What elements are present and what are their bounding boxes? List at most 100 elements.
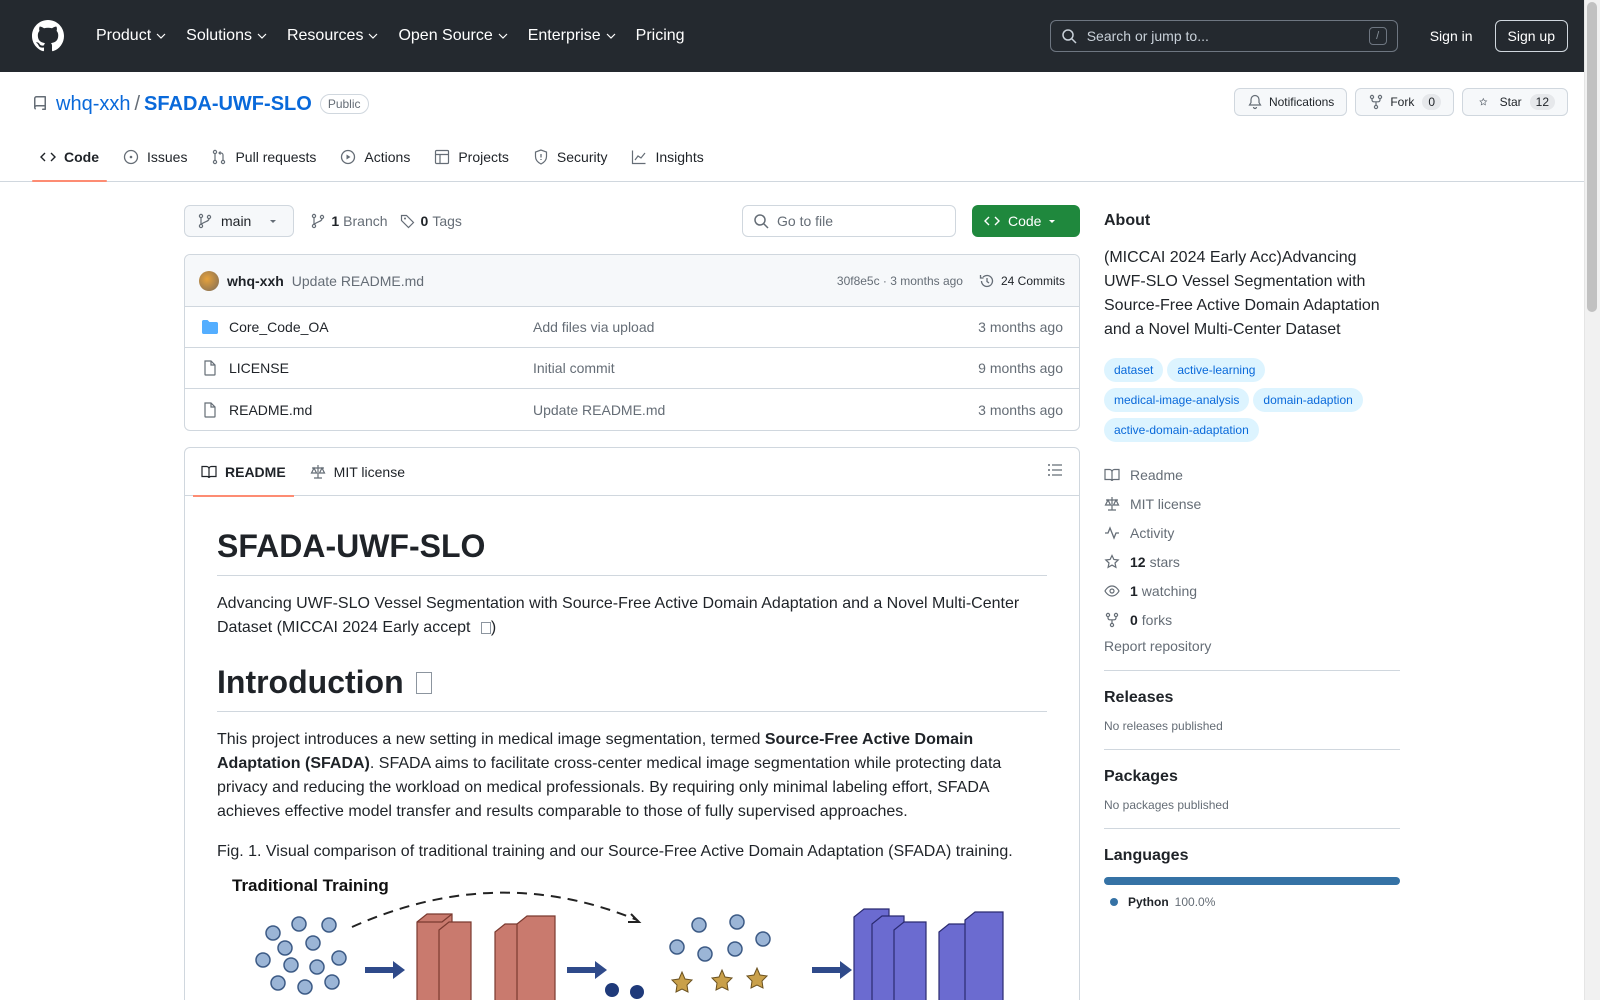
code-icon (984, 216, 1000, 226)
tab-license[interactable]: MIT license (302, 448, 413, 496)
readme-link[interactable]: Readme (1104, 460, 1400, 489)
code-button[interactable]: Code (972, 205, 1080, 237)
language-item[interactable]: Python 100.0% (1110, 895, 1400, 909)
search-icon (1061, 29, 1077, 44)
repo-owner-link[interactable]: whq-xxh (56, 93, 130, 116)
branch-selector[interactable]: main (184, 205, 295, 237)
file-row[interactable]: README.md Update README.md 3 months ago (185, 389, 1079, 430)
table-icon (435, 149, 450, 165)
sign-up-button[interactable]: Sign up (1494, 20, 1568, 52)
chevron-down-icon (369, 33, 378, 39)
nav-product[interactable]: Product (86, 18, 176, 54)
license-link[interactable]: MIT license (1104, 489, 1400, 518)
tab-security[interactable]: Security (525, 133, 616, 181)
tags-link[interactable]: 0 Tags (400, 213, 462, 229)
report-repository-link[interactable]: Report repository (1104, 638, 1400, 654)
book-icon (1104, 468, 1120, 481)
global-header: Product Solutions Resources Open Source … (0, 0, 1600, 72)
branches-link[interactable]: 1 Branch (310, 213, 388, 229)
watchers-link[interactable]: 1 watching (1104, 576, 1400, 605)
file-name-cell: README.md (201, 402, 533, 418)
github-logo-icon[interactable] (32, 20, 64, 52)
activity-link[interactable]: Activity (1104, 518, 1400, 547)
page-scrollbar[interactable] (1584, 0, 1600, 1000)
tab-readme[interactable]: README (193, 448, 294, 497)
file-row[interactable]: Core_Code_OA Add files via upload 3 mont… (185, 307, 1079, 348)
topic-tag[interactable]: active-learning (1167, 358, 1266, 382)
figure-image: Traditional Training (217, 872, 1047, 1000)
tab-insights[interactable]: Insights (623, 133, 711, 181)
sign-in-link[interactable]: Sign in (1414, 28, 1489, 44)
intro-heading-text: Introduction (217, 664, 404, 700)
nav-label: Product (96, 27, 152, 44)
file-date: 9 months ago (978, 360, 1063, 376)
languages-heading: Languages (1104, 847, 1189, 864)
intro-heading: Introduction (217, 664, 1047, 712)
visibility-badge: Public (319, 94, 369, 114)
topic-tag[interactable]: domain-adaption (1253, 388, 1363, 412)
branch-name: main (221, 213, 252, 229)
commit-message-link[interactable]: Update README.md (292, 273, 424, 289)
commits-link[interactable]: 24 Commits (979, 273, 1065, 289)
about-description: (MICCAI 2024 Early Acc)Advancing UWF-SLO… (1104, 249, 1380, 338)
language-name: Python (1128, 895, 1169, 909)
intro-text-1: This project introduces a new setting in… (217, 731, 765, 748)
go-to-file-placeholder: Go to file (777, 213, 834, 229)
releases-heading[interactable]: Releases (1104, 689, 1400, 707)
file-commit-message[interactable]: Initial commit (533, 360, 978, 376)
commits-count-label: 24 Commits (1000, 273, 1065, 288)
history-icon (979, 274, 994, 287)
tab-code[interactable]: Code (32, 133, 107, 182)
tab-projects[interactable]: Projects (426, 133, 517, 181)
chevron-down-icon (498, 33, 508, 39)
star-icon (1479, 97, 1488, 106)
nav-open-source[interactable]: Open Source (388, 18, 517, 54)
forks-link[interactable]: 0 forks (1104, 605, 1400, 634)
repo-name-link[interactable]: SFADA-UWF-SLO (144, 93, 312, 116)
file-name-link[interactable]: Core_Code_OA (229, 319, 329, 335)
packages-empty: No packages published (1104, 798, 1229, 812)
notifications-button[interactable]: Notifications (1233, 88, 1348, 116)
commit-author-link[interactable]: whq-xxh (227, 273, 284, 289)
tab-actions[interactable]: Actions (332, 133, 418, 181)
repo-actions: Notifications Fork 0 Star 12 (1233, 88, 1568, 116)
nav-enterprise[interactable]: Enterprise (518, 18, 626, 54)
packages-heading[interactable]: Packages (1104, 768, 1400, 786)
stars-label: stars (1149, 553, 1180, 570)
repo-meta-list: Readme MIT license Activity 12 stars 1 w… (1104, 460, 1400, 634)
topic-tag[interactable]: medical-image-analysis (1104, 388, 1250, 412)
go-to-file-input[interactable]: Go to file (742, 205, 956, 237)
commit-hash-time[interactable]: 30f8e5c · 3 months ago (837, 274, 963, 288)
book-icon (201, 465, 217, 478)
file-name-link[interactable]: README.md (229, 402, 312, 418)
file-row[interactable]: LICENSE Initial commit 9 months ago (185, 348, 1079, 389)
play-icon (341, 149, 356, 165)
avatar[interactable] (199, 270, 219, 291)
file-toolbar: main 1 Branch 0 Tags Go to file Code (184, 204, 1080, 238)
watching-count: 1 (1130, 582, 1138, 599)
topic-tag[interactable]: dataset (1104, 358, 1164, 382)
scrollbar-thumb[interactable] (1587, 2, 1597, 312)
star-button[interactable]: Star 12 (1462, 88, 1568, 116)
file-name-link[interactable]: LICENSE (229, 360, 289, 376)
nav-pricing[interactable]: Pricing (626, 18, 695, 54)
search-placeholder: Search or jump to... (1086, 28, 1209, 44)
readme-panel: README MIT license SFADA-UWF-SLO Advanci… (184, 447, 1080, 1000)
nav-resources[interactable]: Resources (277, 18, 388, 54)
packages-section: Packages No packages published (1104, 749, 1400, 812)
tab-pull-requests[interactable]: Pull requests (203, 133, 324, 181)
nav-solutions[interactable]: Solutions (176, 18, 277, 54)
branch-icon (312, 213, 325, 229)
repo-separator: / (134, 92, 141, 115)
header-right: Search or jump to... / Sign in Sign up (1049, 20, 1568, 52)
tab-label: Security (556, 149, 608, 165)
file-commit-message[interactable]: Add files via upload (533, 319, 978, 335)
stars-link[interactable]: 12 stars (1104, 547, 1400, 576)
topic-tag[interactable]: active-domain-adaptation (1104, 418, 1259, 442)
outline-button[interactable] (1047, 462, 1063, 481)
file-commit-message[interactable]: Update README.md (533, 402, 978, 418)
tab-issues[interactable]: Issues (115, 133, 195, 181)
fork-button[interactable]: Fork 0 (1355, 88, 1454, 116)
search-icon (754, 214, 769, 229)
search-input[interactable]: Search or jump to... / (1049, 20, 1398, 52)
